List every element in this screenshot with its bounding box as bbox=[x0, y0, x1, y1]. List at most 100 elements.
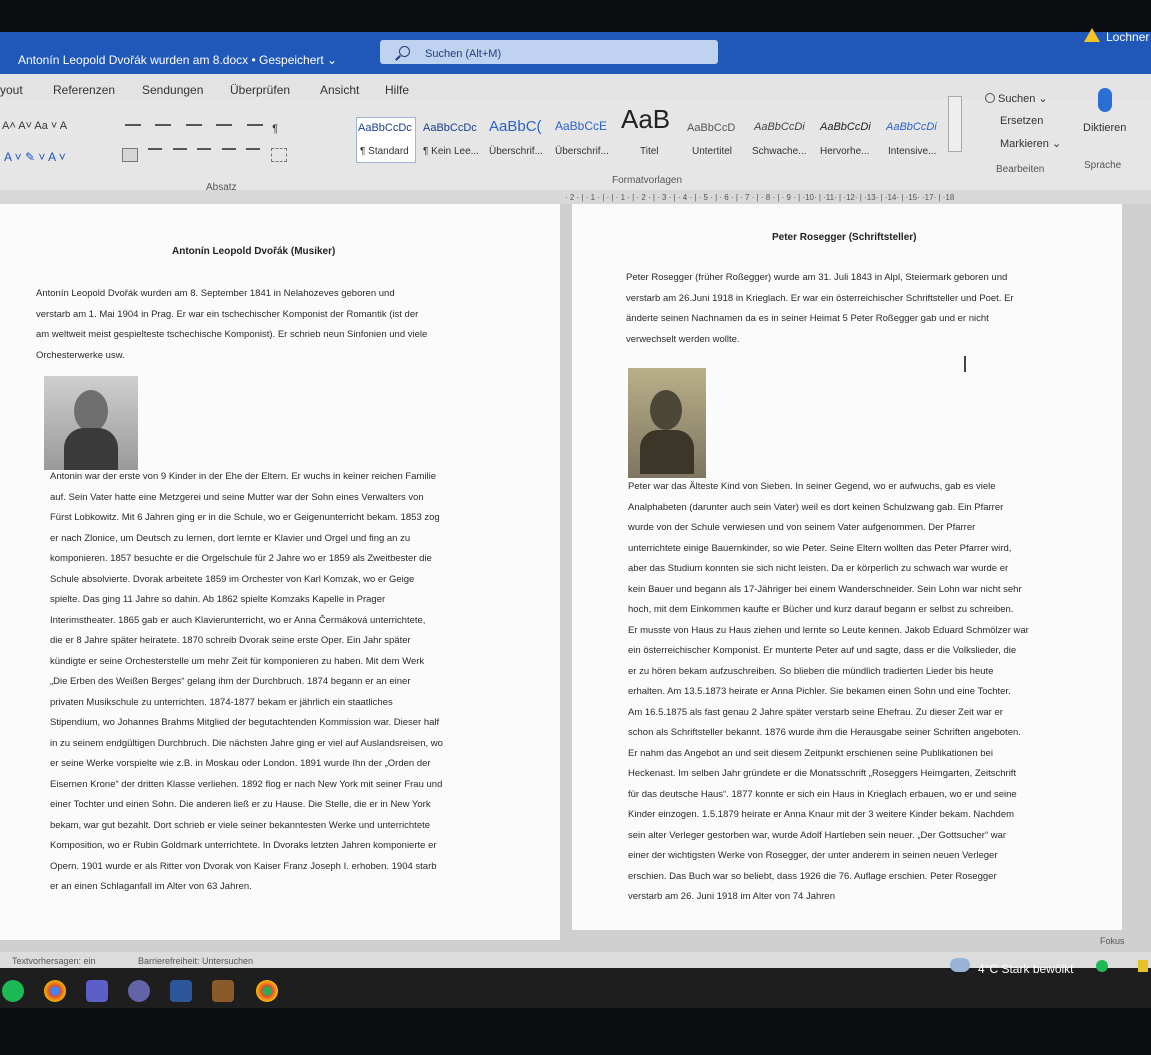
align-right-icon[interactable] bbox=[172, 148, 187, 162]
chrome-profile-icon[interactable] bbox=[256, 980, 278, 1002]
text-line: Schule absolvierte. Dvorak arbeitete 185… bbox=[50, 573, 415, 585]
text-line: einer der wichtigsten Werke von Rosegger… bbox=[628, 850, 998, 861]
weather-widget[interactable]: 4°C Stark bewölkt bbox=[978, 962, 1074, 976]
text-line: am weltweit meist gespielteste tschechis… bbox=[36, 329, 428, 340]
style-name-titel[interactable]: Titel bbox=[640, 146, 659, 157]
shading-icon[interactable] bbox=[246, 148, 261, 162]
teams-icon[interactable] bbox=[86, 980, 108, 1002]
font-size-controls[interactable]: A˄ A˅ Aa ˅ A bbox=[2, 120, 67, 132]
microphone-icon[interactable] bbox=[1098, 88, 1112, 112]
word-icon[interactable] bbox=[170, 980, 192, 1002]
numbered-list-icon[interactable] bbox=[155, 124, 172, 126]
dvorak-portrait[interactable] bbox=[44, 376, 138, 470]
menu-ueberpruefen[interactable]: Überprüfen bbox=[230, 83, 290, 97]
warning-icon[interactable] bbox=[1084, 28, 1100, 42]
style-name-ueberschrift1[interactable]: Überschrif... bbox=[489, 146, 543, 157]
text-line: änderte seinen Nachnamen da es in seiner… bbox=[626, 313, 989, 324]
text-line: Opern. 1901 wurde er als Ritter von Dvor… bbox=[50, 860, 437, 872]
alignment-controls[interactable] bbox=[122, 148, 332, 164]
ruler-marks[interactable]: · 2 · | · 1 · | · | · 1 · | · 2 · | · 3 … bbox=[565, 193, 954, 202]
list-indent-controls[interactable]: ¶ bbox=[120, 118, 335, 135]
style-preview-schwache-hervorhebung[interactable]: AaBbCcDi bbox=[754, 121, 805, 166]
style-preview-hervorhebung[interactable]: AaBbCcDi bbox=[820, 121, 871, 166]
text-line: sein alter Verleger gestorben war, wurde… bbox=[628, 829, 1007, 841]
align-left-icon[interactable] bbox=[122, 148, 138, 162]
text-line: Fürst Lobkowitz. Mit 6 Jahren ging er in… bbox=[50, 512, 440, 523]
style-preview-ueberschrift2[interactable]: AaBbCcE bbox=[555, 119, 607, 164]
style-preview-titel[interactable]: AaB bbox=[621, 104, 670, 149]
dvorak-heading: Antonín Leopold Dvořák (Musiker) bbox=[172, 246, 336, 257]
text-line: Am 16.5.1875 als fast genau 2 Jahre spät… bbox=[628, 706, 1003, 718]
style-preview-kein-leerraum[interactable]: AaBbCcDc bbox=[423, 122, 477, 167]
line-spacing-icon[interactable] bbox=[221, 148, 236, 162]
style-preview-untertitel[interactable]: AaBbCcD bbox=[687, 122, 735, 167]
text-line: kündigte er seine Orchesterstelle um meh… bbox=[50, 655, 425, 667]
user-name[interactable]: Lochner bbox=[1106, 30, 1149, 44]
menu-sendungen[interactable]: Sendungen bbox=[142, 83, 203, 97]
text-line: unterrichtete einige Bauernkinder, so wi… bbox=[628, 542, 1012, 554]
style-name-standard[interactable]: ¶ Standard bbox=[360, 146, 409, 157]
text-line: für das deutsche Haus“. 1877 konnte er s… bbox=[628, 788, 1017, 800]
borders-icon[interactable] bbox=[270, 148, 287, 162]
decrease-indent-icon[interactable] bbox=[216, 124, 233, 126]
pilcrow-icon[interactable]: ¶ bbox=[272, 123, 278, 135]
style-preview-intensive-hervorhebung[interactable]: AaBbCcDi bbox=[886, 121, 937, 166]
text-line: Kinder einzogen. 1.5.1879 heirate er Ann… bbox=[628, 809, 1015, 820]
text-line: Peter war das Älteste Kind von Sieben. I… bbox=[628, 481, 996, 492]
document-title[interactable]: Antonín Leopold Dvořák wurden am 8.docx … bbox=[18, 53, 337, 67]
text-line: hoch, mit dem Einkommen kaufte er Bücher… bbox=[628, 604, 1014, 615]
text-line: Peter Rosegger (früher Roßegger) wurde a… bbox=[626, 272, 1008, 283]
select-button[interactable]: Markieren ⌄ bbox=[1000, 137, 1061, 150]
text-line: komponieren. 1857 besuchte er die Orgels… bbox=[50, 553, 432, 564]
text-line: ein österreichischer Komponist. Er munte… bbox=[628, 645, 1017, 656]
increase-indent-icon[interactable] bbox=[246, 124, 263, 126]
text-prediction-status[interactable]: Textvorhersagen: ein bbox=[12, 956, 96, 966]
font-color-controls[interactable]: A ˅ ✎ ˅ A ˅ bbox=[4, 150, 66, 164]
multilevel-list-icon[interactable] bbox=[185, 124, 202, 126]
text-line: Analphabeten (darunter auch sein Vater) … bbox=[628, 501, 1004, 513]
rosegger-portrait[interactable] bbox=[628, 368, 706, 478]
style-name-untertitel[interactable]: Untertitel bbox=[692, 146, 732, 157]
text-line: Interimstheater. 1865 gab er auch Klavie… bbox=[50, 614, 426, 626]
spotify-tray-icon[interactable] bbox=[1096, 960, 1108, 972]
justify-icon[interactable] bbox=[197, 148, 212, 162]
style-name-hervorhebung[interactable]: Hervorhe... bbox=[820, 146, 869, 157]
focus-button[interactable]: Fokus bbox=[1100, 936, 1125, 946]
style-name-kein-leerraum[interactable]: ¶ Kein Lee... bbox=[423, 146, 479, 157]
text-line: bekam, war gut bezahlt. Dort schrieb er … bbox=[50, 819, 431, 831]
spotify-icon[interactable] bbox=[2, 980, 24, 1002]
text-line: einer Tochter und einen Sohn. Die andere… bbox=[50, 799, 431, 810]
dictate-button[interactable]: Diktieren bbox=[1083, 122, 1126, 134]
text-line: schon als Schriftsteller bekannt. 1876 w… bbox=[628, 727, 1021, 738]
text-line: spielte. Das ging 11 Jahre so dahin. Ab … bbox=[50, 594, 386, 605]
style-name-ueberschrift2[interactable]: Überschrif... bbox=[555, 146, 609, 157]
minecraft-icon[interactable] bbox=[212, 980, 234, 1002]
menu-layout[interactable]: yout bbox=[0, 83, 23, 97]
text-line: verstarb am 26.Juni 1918 in Krieglach. E… bbox=[626, 292, 1014, 304]
align-center-icon[interactable] bbox=[148, 148, 163, 162]
menu-referenzen[interactable]: Referenzen bbox=[53, 83, 115, 97]
rosegger-heading: Peter Rosegger (Schriftsteller) bbox=[772, 232, 917, 243]
tray-icon[interactable] bbox=[1138, 960, 1148, 972]
text-line: Stipendium, wo Johannes Brahms Mitglied … bbox=[50, 717, 440, 728]
text-line: erhalten. Am 13.5.1873 heirate er Anna P… bbox=[628, 686, 1011, 697]
replace-button[interactable]: Ersetzen bbox=[1000, 115, 1043, 127]
style-preview-standard[interactable]: AaBbCcDc bbox=[358, 122, 412, 167]
chrome-icon[interactable] bbox=[44, 980, 66, 1002]
text-line: privaten Musikschule zu unterrichten. 18… bbox=[50, 696, 393, 708]
group-label-formatvorlagen: Formatvorlagen bbox=[612, 175, 683, 186]
style-name-schwache-hervorhebung[interactable]: Schwache... bbox=[752, 146, 806, 157]
menu-ansicht[interactable]: Ansicht bbox=[320, 83, 359, 97]
text-line: auf. Sein Vater hatte eine Metzgerei und… bbox=[50, 491, 424, 503]
bullet-list-icon[interactable] bbox=[125, 124, 141, 126]
search-icon bbox=[399, 46, 410, 57]
portrait-body bbox=[640, 430, 694, 474]
find-button[interactable]: Suchen ⌄ bbox=[998, 92, 1048, 105]
accessibility-status[interactable]: Barrierefreiheit: Untersuchen bbox=[138, 956, 253, 966]
menu-hilfe[interactable]: Hilfe bbox=[385, 83, 409, 97]
styles-scroll[interactable] bbox=[948, 96, 962, 152]
text-line: Heckenast. Im selben Jahr gründete er di… bbox=[628, 768, 1017, 779]
text-line: Antonin war der erste von 9 Kinder in de… bbox=[50, 471, 436, 482]
app-icon[interactable] bbox=[128, 980, 150, 1002]
style-name-intensive-hervorhebung[interactable]: Intensive... bbox=[888, 146, 936, 157]
